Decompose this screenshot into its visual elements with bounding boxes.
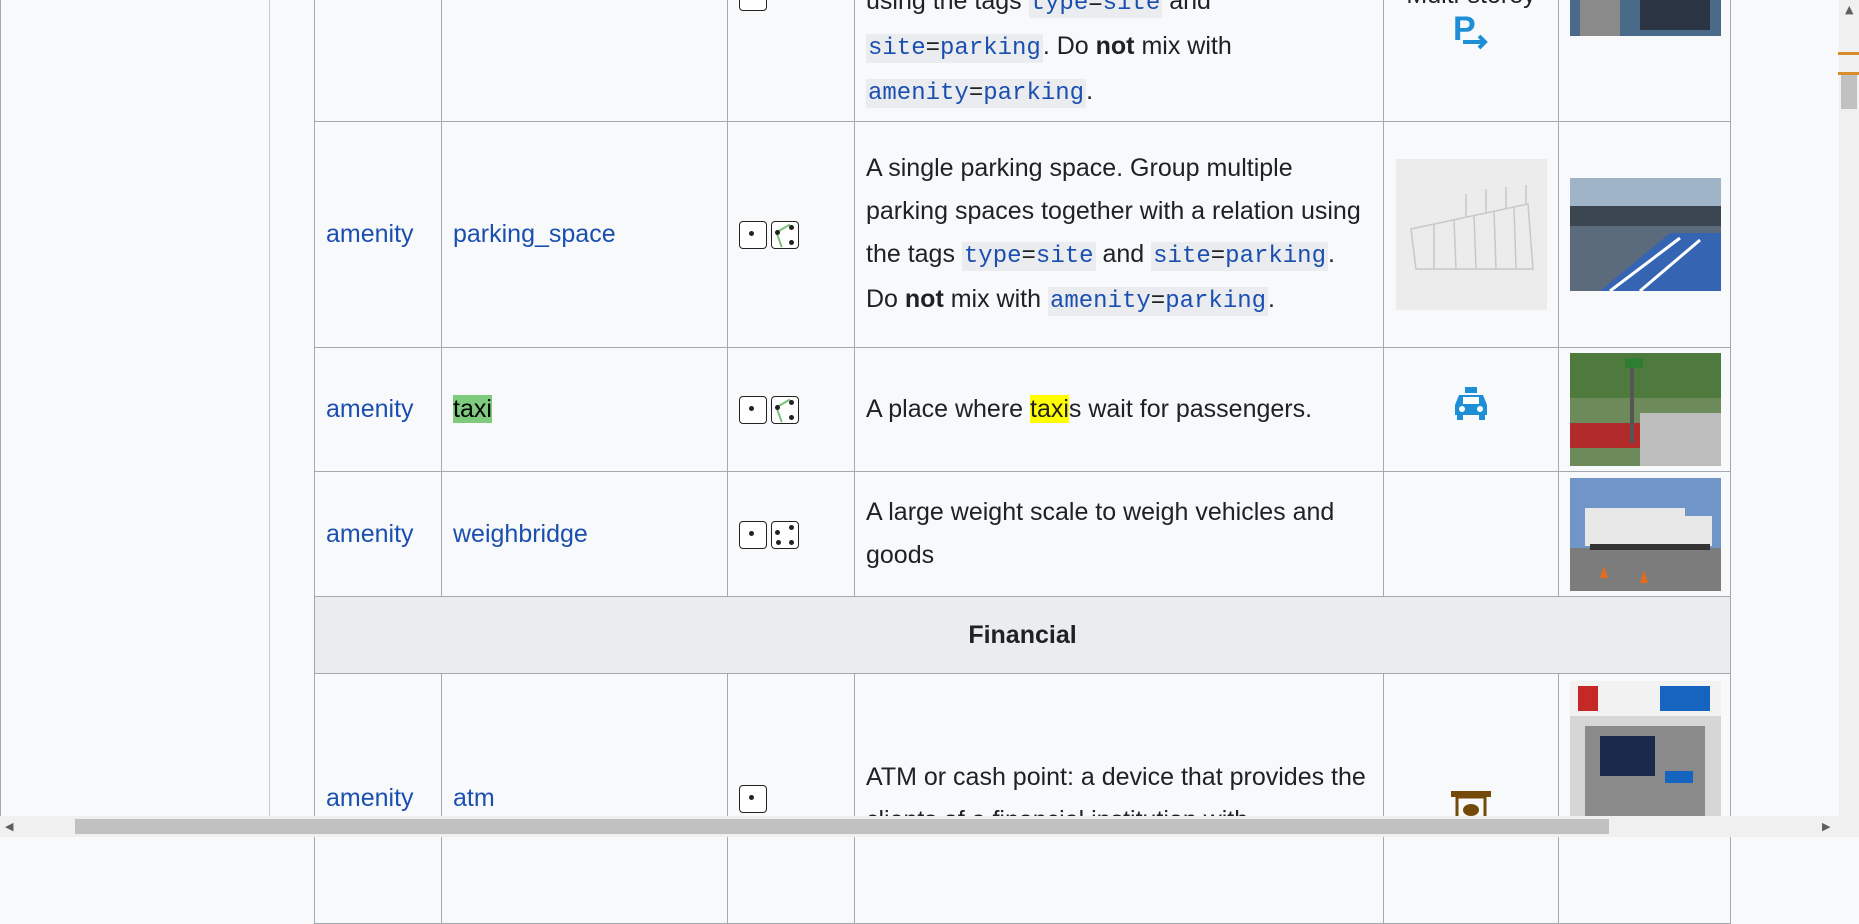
node-icon	[739, 520, 767, 549]
value-highlighted[interactable]: taxi	[453, 395, 492, 423]
left-gutter	[0, 0, 271, 816]
key-cell: amenity	[314, 471, 442, 597]
vertical-scrollbar[interactable]: ▲	[1839, 0, 1859, 816]
tag-code[interactable]: type=site	[1028, 0, 1163, 18]
element-cell	[727, 673, 855, 924]
element-cell	[727, 121, 855, 348]
rendering-cell	[1383, 673, 1559, 924]
value-cell: taxi	[441, 347, 728, 472]
photo-weighbridge	[1570, 477, 1721, 591]
node-icon	[739, 221, 767, 250]
description-cell: using the tags type=site and site=parkin…	[854, 0, 1384, 122]
table-row: using the tags type=site and site=parkin…	[314, 0, 1731, 122]
scroll-marker	[1838, 52, 1859, 55]
parking-space-render-icon	[1395, 159, 1547, 310]
rendering-cell	[1383, 121, 1559, 348]
tag-code[interactable]: type=site	[961, 241, 1096, 271]
right-gutter	[1775, 0, 1839, 816]
value-cell	[441, 0, 728, 122]
section-title: Financial	[314, 596, 1731, 674]
render-label: Multi-storey	[1395, 0, 1547, 10]
photo-cell	[1558, 471, 1731, 597]
parking-multistorey-icon: P	[1453, 10, 1488, 50]
element-cell	[727, 471, 855, 597]
node-icon	[739, 785, 767, 814]
map-features-table: using the tags type=site and site=parkin…	[314, 0, 1731, 924]
key-link[interactable]: amenity	[326, 220, 414, 248]
key-link[interactable]: amenity	[326, 520, 414, 548]
rendering-cell	[1383, 347, 1559, 472]
rendering-cell	[1383, 471, 1559, 597]
description-cell: A large weight scale to weigh vehicles a…	[854, 471, 1384, 597]
value-cell: atm	[441, 673, 728, 924]
table-row: amenity weighbridge A large weight scale…	[314, 471, 1731, 597]
value-link[interactable]: parking_space	[453, 220, 616, 248]
key-link[interactable]: amenity	[326, 784, 414, 812]
area-icon	[771, 520, 799, 549]
vertical-scroll-thumb[interactable]	[1841, 75, 1857, 109]
photo-cell	[1558, 121, 1731, 348]
tag-code[interactable]: site=parking	[1151, 241, 1328, 271]
description-cell: ATM or cash point: a device that provide…	[854, 673, 1384, 924]
key-cell: amenity	[314, 673, 442, 924]
scroll-up-arrow-icon[interactable]: ▲	[1845, 3, 1853, 16]
photo-cell	[1558, 673, 1731, 924]
photo-atm	[1570, 681, 1721, 821]
key-cell	[314, 0, 442, 122]
tag-code[interactable]: site=parking	[866, 34, 1043, 63]
key-cell: amenity	[314, 121, 442, 348]
table-row: amenity atm ATM or cash point: a device …	[314, 673, 1731, 924]
element-cell	[727, 0, 855, 122]
tag-code[interactable]: amenity=parking	[866, 79, 1087, 108]
element-cell	[727, 347, 855, 472]
key-cell: amenity	[314, 347, 442, 472]
node-icon	[739, 0, 767, 12]
photo-taxi-stand	[1570, 353, 1721, 466]
rendering-cell: Multi-storey P	[1383, 0, 1559, 122]
section-header-row: Financial	[314, 596, 1731, 674]
value-cell: parking_space	[441, 121, 728, 348]
photo-parking-garage	[1570, 0, 1721, 36]
value-cell: weighbridge	[441, 471, 728, 597]
taxi-icon	[1455, 386, 1487, 420]
scroll-right-arrow-icon[interactable]: ▶	[1822, 820, 1830, 833]
description-cell: A place where taxis wait for passengers.	[854, 347, 1384, 472]
photo-cell	[1558, 347, 1731, 472]
value-link[interactable]: weighbridge	[453, 520, 588, 548]
tag-code[interactable]: amenity=parking	[1047, 286, 1269, 316]
photo-parking-space	[1570, 178, 1721, 291]
node-icon	[739, 396, 767, 425]
horizontal-scrollbar[interactable]: ◀ ▶	[0, 816, 1859, 837]
photo-cell	[1558, 0, 1731, 122]
table-row: amenity taxi A place where taxis wait fo…	[314, 347, 1731, 472]
area-icon	[771, 396, 799, 425]
scroll-marker	[1838, 72, 1859, 75]
key-link[interactable]: amenity	[326, 395, 414, 423]
horizontal-scroll-thumb[interactable]	[75, 819, 1609, 834]
table-row: amenity parking_space A single parking s…	[314, 121, 1731, 348]
description-cell: A single parking space. Group multiple p…	[854, 121, 1384, 348]
scroll-left-arrow-icon[interactable]: ◀	[5, 820, 13, 833]
value-link[interactable]: atm	[453, 784, 495, 812]
search-highlight: taxi	[1030, 395, 1069, 423]
area-icon	[771, 221, 799, 250]
